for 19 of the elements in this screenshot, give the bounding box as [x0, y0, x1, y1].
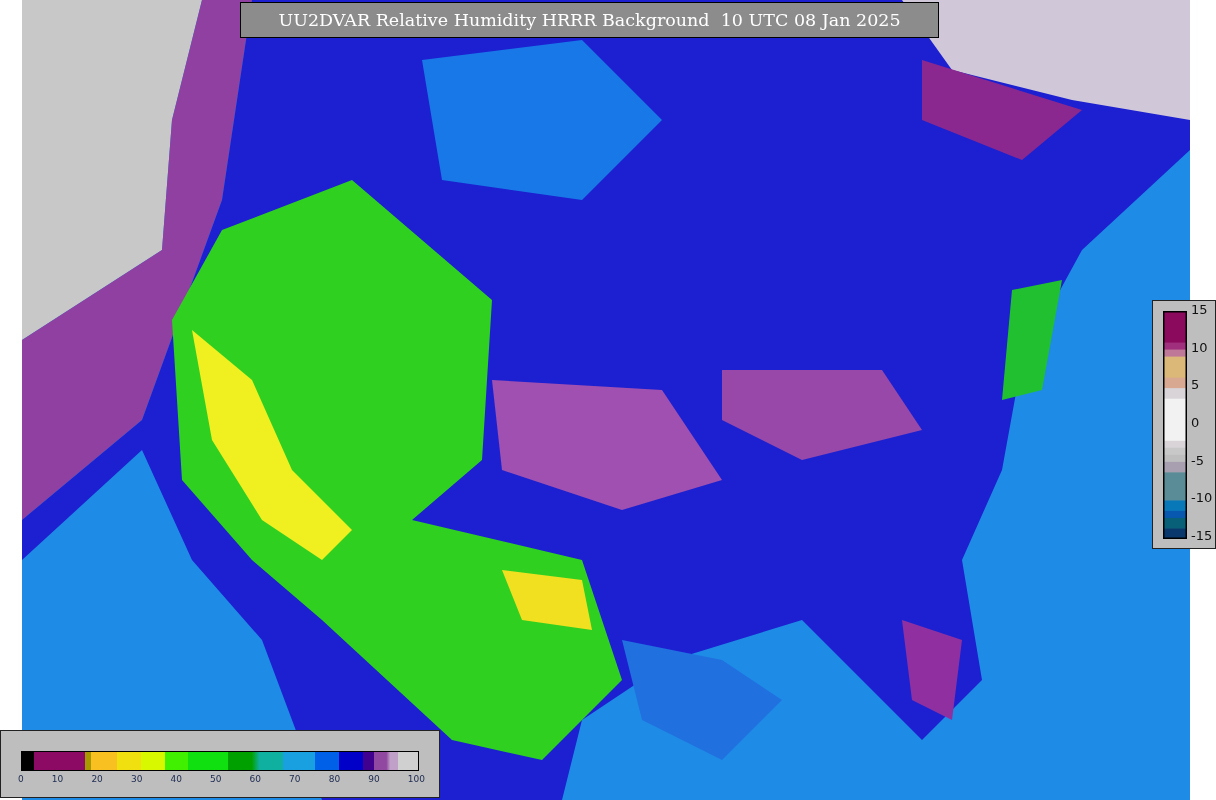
tick-label: -5 — [1191, 453, 1205, 468]
tick-label: 60 — [249, 774, 261, 784]
tick-label: 90 — [368, 774, 380, 784]
tick-label: 0 — [1191, 415, 1201, 430]
tick-label: 5 — [1191, 378, 1201, 393]
tick-label: 100 — [407, 774, 425, 784]
tick-label: 20 — [91, 774, 103, 784]
tick-label: 40 — [170, 774, 182, 784]
tick-label: 70 — [289, 774, 301, 784]
tick-label: 0 — [18, 774, 24, 784]
tick-label: 30 — [130, 774, 143, 784]
tick-label: 15 — [1191, 303, 1209, 317]
tick-label: -10 — [1191, 491, 1213, 506]
tick-label: 10 — [1191, 340, 1209, 355]
tick-label: -15 — [1191, 528, 1213, 543]
tick-label: 80 — [328, 774, 341, 784]
tick-label: 50 — [210, 774, 222, 784]
map-title: UU2DVAR Relative Humidity HRRR Background 10 UTC 08 Jan 2025 — [240, 2, 939, 38]
tick-label: 10 — [51, 774, 64, 784]
